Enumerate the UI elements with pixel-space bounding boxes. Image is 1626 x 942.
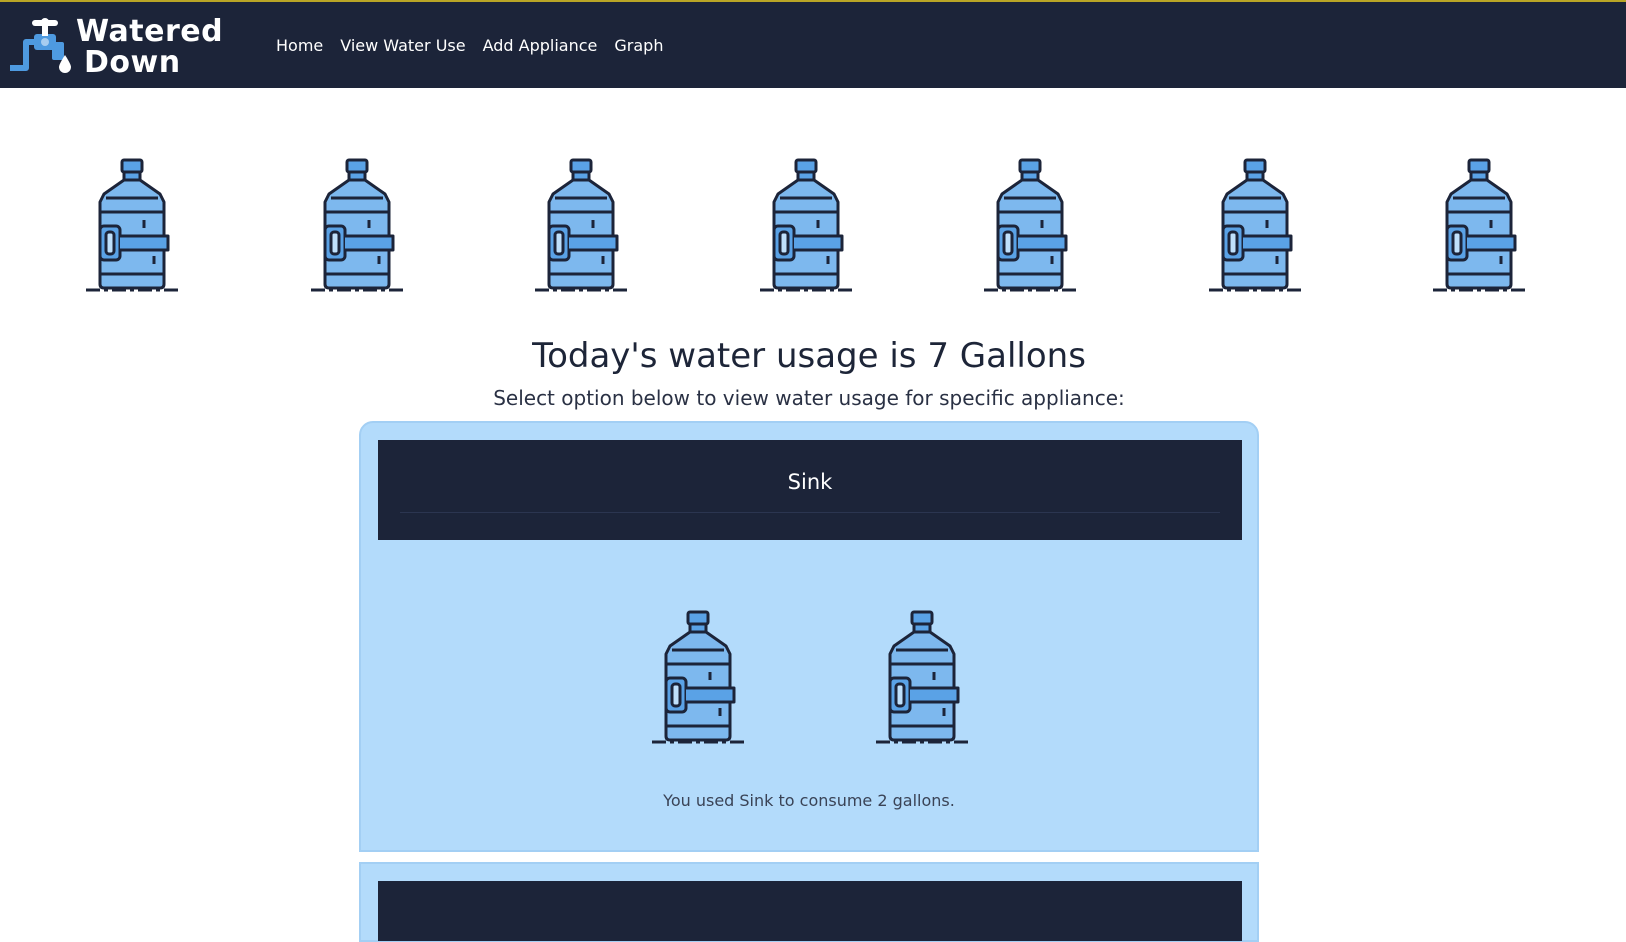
water-jug-icon [1207,156,1311,296]
appliance-usage-caption: You used Sink to consume 2 gallons. [663,791,955,810]
nav-links: Home View Water Use Add Appliance Graph [276,36,680,55]
water-jug-icon [758,156,862,296]
appliance-card-next [359,862,1259,942]
appliance-card-sink: Sink You used Sink to consume 2 gallons. [359,421,1259,852]
brand-name: Watered Down [76,14,224,80]
water-jug-icon [309,156,413,296]
navbar: Watered Down Home View Water Use Add App… [0,2,1626,88]
daily-usage-headline: Today's water usage is 7 Gallons [532,336,1086,376]
appliance-name: Sink [787,470,833,494]
water-jug-icon [533,156,637,296]
appliance-card-header-next[interactable] [378,881,1242,941]
water-jug-icon [874,608,978,748]
water-jug-icon [650,608,754,748]
water-drop-icon [59,55,71,73]
appliance-card-header[interactable]: Sink [378,440,1242,540]
nav-home-link[interactable]: Home [276,36,323,55]
select-appliance-instruction: Select option below to view water usage … [493,386,1125,410]
nav-graph-link[interactable]: Graph [614,36,663,55]
water-jug-icon [982,156,1086,296]
appliance-usage-bottles [361,608,1257,748]
water-jug-icon [1431,156,1535,296]
daily-usage-bottles [0,150,1626,300]
nav-add-appliance-link[interactable]: Add Appliance [483,36,598,55]
nav-view-water-use-link[interactable]: View Water Use [340,36,465,55]
water-jug-icon [84,156,188,296]
brand-logo[interactable]: Watered Down [8,16,233,78]
header-divider [400,512,1220,513]
